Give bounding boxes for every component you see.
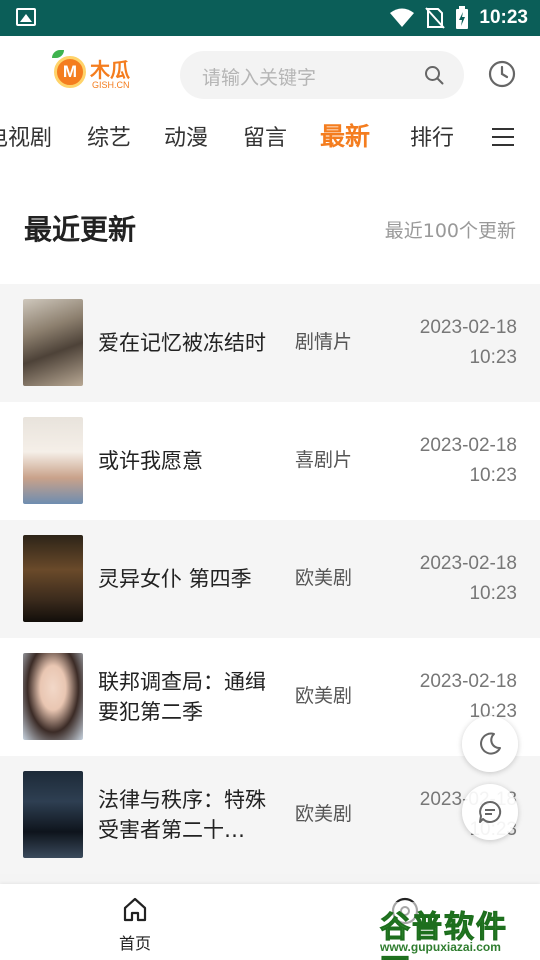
list-item[interactable]: 爱在记忆被冻结时 剧情片 2023-02-18 10:23 (0, 284, 540, 402)
list-item[interactable]: 或许我愿意 喜剧片 2023-02-18 10:23 (0, 402, 540, 520)
moon-icon (480, 732, 501, 755)
wifi-icon (390, 8, 415, 27)
battery-charging-icon (456, 6, 469, 29)
item-title: 灵异女仆 第四季 (98, 567, 252, 591)
item-genre: 喜剧片 (295, 449, 353, 471)
status-time: 10:23 (479, 7, 528, 28)
gallery-notification-icon (16, 8, 36, 26)
tab-variety[interactable]: 综艺 (87, 120, 131, 152)
item-title: 爱在记忆被冻结时 (98, 331, 266, 355)
logo-name: 木瓜 (90, 58, 130, 82)
item-genre: 欧美剧 (295, 803, 353, 825)
list-item[interactable]: 联邦调查局：通缉要犯第二季 欧美剧 2023-02-18 10:23 (0, 638, 540, 756)
message-button[interactable] (462, 784, 518, 840)
update-list: 爱在记忆被冻结时 剧情片 2023-02-18 10:23 或许我愿意 喜剧片 2… (0, 284, 540, 874)
item-title: 法律与秩序：特殊受害者第二十… (98, 788, 266, 842)
bottom-nav-home[interactable]: 首页 (110, 896, 160, 954)
search-placeholder: 请输入关键字 (202, 67, 317, 89)
status-icons: 10:23 (389, 6, 528, 30)
search-input[interactable]: 请输入关键字 (180, 51, 464, 99)
history-icon[interactable] (488, 60, 516, 88)
section-title: 最近更新 (24, 213, 137, 246)
header: M 木瓜 GISH.CN 请输入关键字 (0, 36, 540, 112)
search-icon[interactable] (424, 65, 444, 85)
item-genre: 欧美剧 (295, 567, 353, 589)
tab-ranking[interactable]: 排行 (410, 120, 454, 152)
tab-tv-series[interactable]: 电视剧 (0, 120, 52, 152)
item-genre: 欧美剧 (295, 685, 353, 707)
item-timestamp: 2023-02-1810:23 (419, 553, 517, 604)
app-logo[interactable]: M 木瓜 GISH.CN (48, 50, 140, 92)
tab-anime[interactable]: 动漫 (164, 120, 208, 152)
dark-mode-button[interactable] (462, 716, 518, 772)
section-header: 最近更新 最近100个更新 (0, 170, 540, 284)
item-genre: 剧情片 (295, 331, 353, 353)
home-icon (123, 897, 147, 922)
category-tabs: 电视剧 综艺 动漫 留言 最新 排行 (0, 112, 540, 170)
chat-icon (479, 800, 502, 823)
tab-messages[interactable]: 留言 (243, 120, 287, 152)
poster-thumbnail (23, 417, 83, 504)
item-timestamp: 2023-02-1810:23 (419, 317, 517, 368)
poster-thumbnail (23, 771, 83, 858)
section-subtitle: 最近100个更新 (384, 220, 516, 242)
logo-mark: M (54, 56, 86, 88)
list-item[interactable]: 灵异女仆 第四季 欧美剧 2023-02-18 10:23 (0, 520, 540, 638)
poster-thumbnail (23, 299, 83, 386)
no-sim-icon (425, 7, 446, 29)
item-title: 或许我愿意 (98, 449, 203, 473)
watermark-url: www.gupuxiazai.com (380, 940, 501, 954)
item-title: 联邦调查局：通缉要犯第二季 (98, 670, 266, 724)
item-timestamp: 2023-02-1810:23 (419, 435, 517, 486)
list-item[interactable]: 法律与秩序：特殊受害者第二十… 欧美剧 2023-02-1810:23 (0, 756, 540, 874)
menu-icon[interactable] (492, 128, 514, 146)
home-label: 首页 (118, 934, 151, 953)
poster-thumbnail (23, 653, 83, 740)
watermark: 谷普软件园 www.gupuxiazai.com (376, 902, 538, 960)
logo-subtitle: GISH.CN (92, 80, 130, 90)
status-bar: 10:23 (0, 0, 540, 36)
tab-latest[interactable]: 最新 (320, 117, 370, 153)
poster-thumbnail (23, 535, 83, 622)
